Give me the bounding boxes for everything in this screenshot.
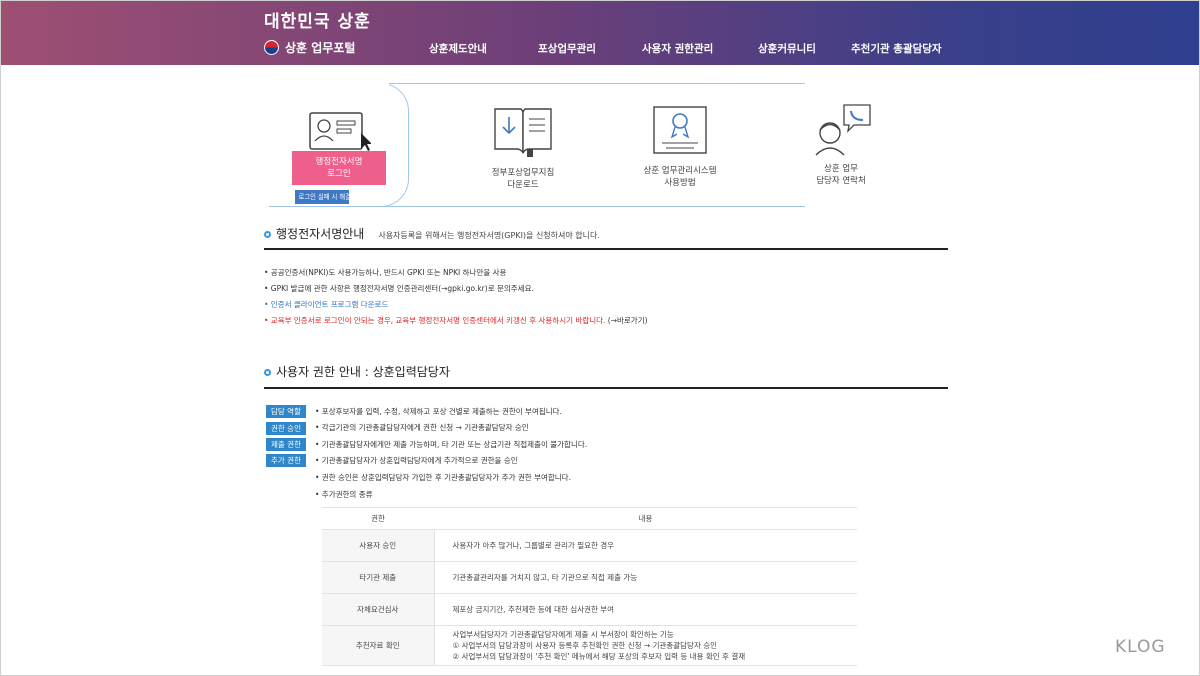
content-line: 사용자가 아주 많거나, 그룹별로 관리가 필요한 경우 xyxy=(452,541,615,550)
section-bullet-icon xyxy=(264,231,271,238)
permission-content: 기관총괄관리자를 거치지 않고, 타 기관으로 직접 제출 가능 xyxy=(434,561,857,594)
nav-item-community[interactable]: 상훈커뮤니티 xyxy=(758,41,816,56)
login-tile xyxy=(301,111,375,153)
section-heading: 행정전자서명안내 xyxy=(276,227,365,241)
role-line-6: • 추가권한의 종류 xyxy=(315,490,373,499)
role-line-1: • 포상후보자를 입력, 수정, 삭제하고 포상 건별로 제출하는 권한이 부여… xyxy=(315,407,562,416)
system-usage-tile[interactable]: 상훈 업무관리시스템 사용방법 xyxy=(630,105,730,189)
additional-permission-table: 권한 내용 사용자 승인 사용자가 아주 많거나, 그룹별로 관리가 필요한 경… xyxy=(322,507,857,666)
section-divider xyxy=(264,248,948,250)
section-divider xyxy=(264,387,948,389)
main-nav: 상훈제도안내 포상업무관리 사용자 권한관리 상훈커뮤니티 추천기관 총괄담당자 xyxy=(1,41,1199,57)
table-row: 사용자 승인 사용자가 아주 많거나, 그룹별로 관리가 필요한 경우 xyxy=(322,529,857,562)
permission-name: 추천자료 확인 xyxy=(322,625,435,666)
table-header-row: 권한 내용 xyxy=(322,507,857,530)
section-description: 사용자등록을 위해서는 행정전자서명(GPKI)을 신청하셔야 합니다. xyxy=(378,231,600,240)
site-header: 대한민국 상훈 상훈 업무포털 상훈제도안내 포상업무관리 사용자 권한관리 상… xyxy=(1,1,1199,65)
login-button-line1: 행정전자서명 xyxy=(315,157,363,167)
shortcut-link[interactable]: (→바로가기) xyxy=(608,316,648,325)
table-row: 타기관 제출 기관총괄관리자를 거치지 않고, 타 기관으로 직접 제출 가능 xyxy=(322,561,857,594)
contact-tile[interactable]: 상훈 업무 담당자 연락처 xyxy=(791,103,891,187)
nav-item-award-system[interactable]: 상훈제도안내 xyxy=(429,41,487,56)
login-fail-help-label: 로그인 실패 시 해결방법 xyxy=(298,193,349,201)
tag-approval: 권한 승인 xyxy=(266,422,306,435)
guideline-download-tile[interactable]: 정부포상업무지침 다운로드 xyxy=(473,103,573,191)
content-line: 기관총괄관리자를 거치지 않고, 타 기관으로 직접 제출 가능 xyxy=(452,573,638,582)
content-line: 사업부서담당자가 기관총괄담당자에게 제출 시 부서장이 확인하는 기능 xyxy=(452,630,674,639)
section-heading: 사용자 권한 안내 : 상훈입력담당자 xyxy=(276,365,450,379)
login-button-line2: 로그인 xyxy=(327,169,351,179)
tag-submit: 제출 권한 xyxy=(266,438,306,451)
tile-label-line2: 담당자 연락처 xyxy=(816,176,866,186)
edu-cert-notice: • 교육부 인증서로 로그인이 안되는 경우, 교육부 행정전자서명 인증센터에… xyxy=(264,316,606,325)
gpki-login-button[interactable]: 행정전자서명 로그인 xyxy=(292,151,386,185)
certificate-icon xyxy=(653,106,707,154)
tile-label-line1: 상훈 업무관리시스템 xyxy=(643,166,717,176)
nav-item-agency-admin[interactable]: 추천기관 총괄담당자 xyxy=(851,41,942,56)
section-bullet-icon xyxy=(264,369,271,376)
login-fail-help-button[interactable]: 로그인 실패 시 해결방법 xyxy=(295,190,349,204)
permission-content: 사업부서담당자가 기관총괄담당자에게 제출 시 부서장이 확인하는 기능 ① 사… xyxy=(434,625,857,666)
tag-additional: 추가 권한 xyxy=(266,454,306,467)
content-line: 제포상 금지기간, 추천제한 등에 대한 심사권한 부여 xyxy=(452,605,615,614)
content-line: ① 사업부서의 담당과장이 사용자 등록후 추천확인 권한 신청 → 기관총괄담… xyxy=(452,641,718,650)
permission-name: 자체요건심사 xyxy=(322,593,435,626)
client-download-link[interactable]: • 인증서 클라이언트 프로그램 다운로드 xyxy=(264,299,388,310)
permission-content: 사용자가 아주 많거나, 그룹별로 관리가 필요한 경우 xyxy=(434,529,857,562)
role-line-2: • 각급기관의 기관총괄담당자에게 권한 신청 → 기관총괄담당자 승인 xyxy=(315,423,529,432)
nav-item-user-permissions[interactable]: 사용자 권한관리 xyxy=(642,41,713,56)
section-gpki-title: 행정전자서명안내 사용자등록을 위해서는 행정전자서명(GPKI)을 신청하셔야… xyxy=(264,225,600,242)
tile-label-line2: 사용방법 xyxy=(664,178,696,188)
tile-label-line2: 다운로드 xyxy=(507,180,539,190)
column-header-content: 내용 xyxy=(434,507,857,530)
tile-label-line1: 정부포상업무지침 xyxy=(491,168,555,178)
phone-person-icon xyxy=(815,104,871,156)
id-card-icon xyxy=(309,112,371,151)
gpki-bullet-1: • 공공인증서(NPKI)도 사용가능하나, 반드시 GPKI 또는 NPKI … xyxy=(264,268,507,277)
table-row: 추천자료 확인 사업부서담당자가 기관총괄담당자에게 제출 시 부서장이 확인하… xyxy=(322,625,857,666)
permission-content: 제포상 금지기간, 추천제한 등에 대한 심사권한 부여 xyxy=(434,593,857,626)
role-line-5: • 권한 승인은 상훈입력담당자 가입한 후 기관총괄담당자가 추가 권한 부여… xyxy=(315,473,571,482)
table-row: 자체요건심사 제포상 금지기간, 추천제한 등에 대한 심사권한 부여 xyxy=(322,593,857,626)
permission-name: 타기관 제출 xyxy=(322,561,435,594)
tile-label-line1: 상훈 업무 xyxy=(824,164,858,174)
watermark: KLOG xyxy=(1115,637,1166,657)
content-line: ② 사업부서의 담당과장이 '추천 확인' 메뉴에서 해당 포상의 후보자 입력… xyxy=(452,652,746,661)
column-header-permission: 권한 xyxy=(322,507,434,530)
site-title[interactable]: 대한민국 상훈 xyxy=(264,7,371,32)
page-frame: 대한민국 상훈 상훈 업무포털 상훈제도안내 포상업무관리 사용자 권한관리 상… xyxy=(0,0,1200,676)
role-line-3: • 기관총괄담당자에게만 제출 가능하며, 타 기관 또는 상급기관 직접제출이… xyxy=(315,440,588,449)
gpki-bullet-4: • 교육부 인증서로 로그인이 안되는 경우, 교육부 행정전자서명 인증센터에… xyxy=(264,315,648,326)
tag-role: 담당 역할 xyxy=(266,405,306,418)
nav-item-award-management[interactable]: 포상업무관리 xyxy=(538,41,596,56)
permission-name: 사용자 승인 xyxy=(322,529,435,562)
book-icon xyxy=(494,108,552,157)
hero-cover xyxy=(269,81,389,91)
gpki-bullet-2: • GPKI 발급에 관한 사항은 행정전자서명 인증관리센터(→gpki.go… xyxy=(264,284,534,293)
section-permission-title: 사용자 권한 안내 : 상훈입력담당자 xyxy=(264,363,450,380)
role-line-4: • 기관총괄담당자가 상훈입력담당자에게 추가적으로 권한을 승인 xyxy=(315,456,518,465)
